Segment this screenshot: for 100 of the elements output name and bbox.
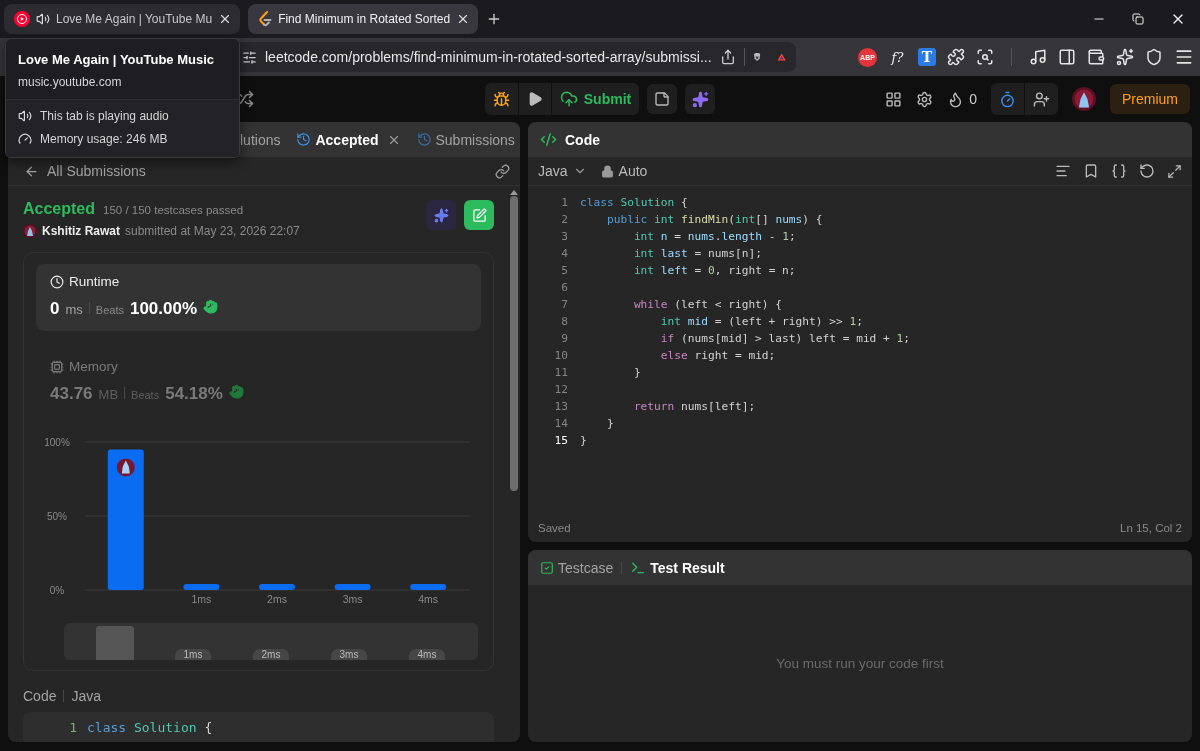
history-icon [416,132,432,147]
stat-unit: ms [65,302,83,317]
formula-icon[interactable]: f? [888,49,907,65]
site-settings-icon[interactable] [242,49,257,65]
stat-card[interactable]: Runtime 0 ms Beats 100.00% [36,264,481,331]
line-number: 15 [553,433,568,449]
speaker-icon [18,109,32,123]
bar[interactable] [107,449,144,590]
chart-navigator[interactable]: 1ms 2ms 3ms 4ms [64,623,478,660]
menu-icon[interactable] [1174,47,1194,67]
line-number: 8 [560,314,568,330]
avatar-icon [116,458,135,477]
stat-title: Runtime [69,274,120,289]
stat-value: 0 [50,299,60,319]
translate-icon[interactable]: T [918,48,936,66]
bar[interactable] [334,584,371,590]
edit-icon [471,207,487,223]
navigator-label: 1ms [174,649,212,660]
code-line: int left = 0, right = n; [632,263,796,279]
navigator-label: 3ms [330,649,368,660]
sparkle-icon[interactable] [1116,48,1134,66]
panel-tab[interactable]: Accepted [296,131,379,148]
chip-icon [50,359,64,374]
grid-icon[interactable] [885,90,903,108]
code-line: return nums[left]; [632,399,756,415]
line-number: 13 [553,399,568,415]
avatar [1072,87,1096,111]
line-number: 5 [560,263,568,279]
line-number: 12 [553,382,568,398]
wallet-icon[interactable] [1087,48,1105,66]
edit-button[interactable] [464,200,494,230]
line-number: 4 [560,246,568,262]
panel-tab[interactable]: Test Result [630,559,725,576]
navigator-label: 2ms [252,649,290,660]
language-dropdown[interactable]: Java [538,163,587,179]
bar[interactable] [410,584,447,590]
code-line: public int findMin(int[] nums) { [605,212,823,228]
beats-percent: 54.18% [165,384,223,404]
bar[interactable] [183,584,220,590]
extensions-icon[interactable] [947,48,965,66]
format-icon[interactable] [1055,163,1071,179]
clap-icon [203,299,219,314]
tooltip-line: Memory usage: 246 MB [40,132,168,146]
code-icon [540,131,557,148]
panel-tab[interactable]: Submissions [416,131,515,148]
restore-icon[interactable] [1132,13,1144,25]
braces-icon[interactable] [1111,163,1127,179]
code-line: while (left < right) { [632,297,783,313]
testcase-count: 150 / 150 testcases passed [103,204,244,216]
checkbox-icon [540,560,554,575]
share-icon[interactable] [719,49,736,65]
premium-button[interactable]: Premium [1110,84,1190,114]
stat-unit: MB [98,387,119,402]
axis-label: 100% [44,437,70,448]
link-icon[interactable] [495,163,510,179]
code-line: if (nums[mid] > last) left = mid + 1; [659,331,911,347]
user-name[interactable]: Kshitiz Rawat [42,224,120,238]
bookmark-icon[interactable] [1083,163,1099,179]
line-number: 14 [553,416,568,432]
music-note-icon[interactable] [1029,48,1047,66]
line-number: 9 [560,331,568,347]
ai-button[interactable] [685,84,716,114]
line-number: 7 [560,297,568,313]
code-line: } [605,416,614,432]
code-line: } [580,433,587,449]
back-link[interactable]: All Submissions [24,163,146,179]
window-search-icon[interactable] [976,48,994,66]
beats-percent: 100.00% [129,299,198,319]
status-label: Accepted [23,200,96,218]
code-line: int last = nums[n]; [632,246,762,262]
axis-label: 1ms [191,593,212,605]
settings-icon[interactable] [916,90,934,108]
ai-button[interactable] [426,200,456,230]
mode-toggle[interactable]: Auto [600,163,648,179]
reset-icon[interactable] [1139,163,1155,179]
shield-icon[interactable] [1145,48,1163,66]
clap-icon [228,384,244,399]
tooltip-title: Love Me Again | YouTube Music [18,52,215,67]
tooltip-line: This tab is playing audio [40,109,169,123]
line-number: 11 [553,365,568,381]
line-number: 6 [560,280,568,296]
gauge-icon [18,132,32,146]
speaker-icon[interactable] [36,12,50,26]
submission-time: submitted at May 23, 2026 22:07 [125,224,300,238]
upload-icon [559,90,578,108]
panel-tab[interactable]: Testcase [540,559,614,576]
panel-tab[interactable]: lutions [240,131,281,148]
axis-label: 2ms [267,593,287,605]
streak-counter[interactable]: 0 [947,90,977,108]
expand-icon[interactable] [1167,163,1182,179]
browser-tab[interactable]: Love Me Again | YouTube Mu [4,4,241,34]
code-line: else right = mid; [659,348,776,364]
browser-tab[interactable]: Find Minimum in Rotated Sorted [248,4,479,34]
empty-message: You must run your code first [776,656,944,671]
notes-button[interactable] [647,84,678,114]
tab-title: Find Minimum in Rotated Sorted [278,12,451,26]
sidebar-icon[interactable] [1058,48,1076,66]
axis-label: 4ms [418,593,439,605]
code-line: int mid = (left + right) >> 1; [659,314,863,330]
stat-card[interactable]: Memory 43.76 MB Beats 54.18% [36,349,481,416]
